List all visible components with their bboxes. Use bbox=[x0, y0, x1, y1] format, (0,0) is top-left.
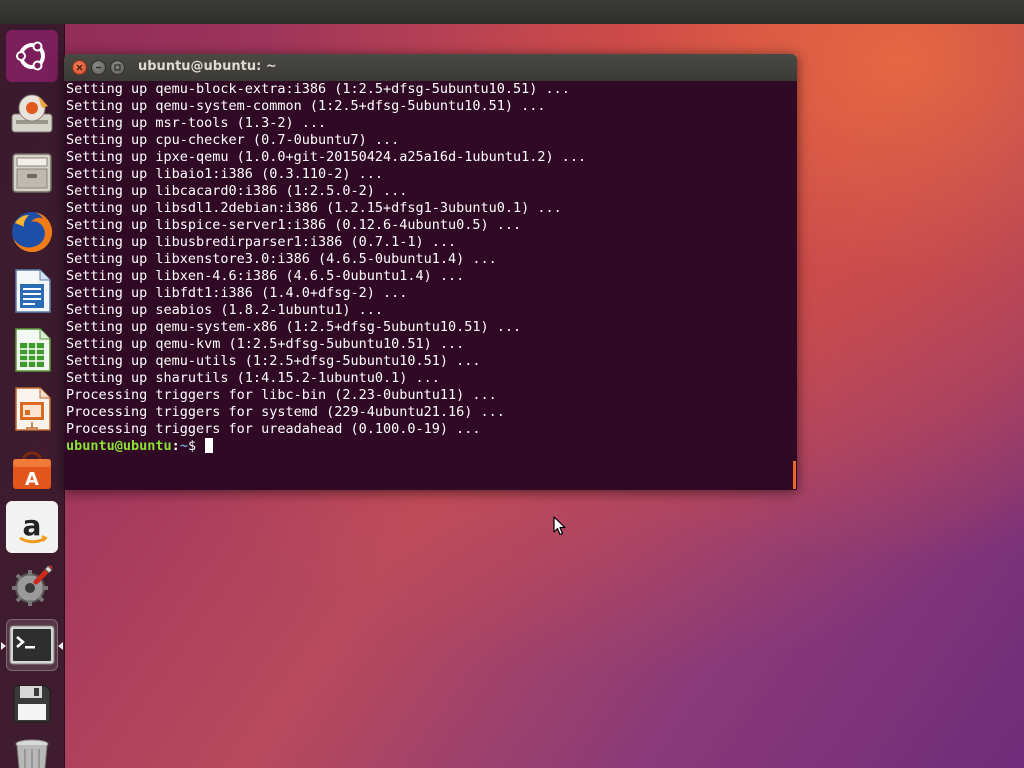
top-panel bbox=[0, 0, 1024, 24]
terminal-line: Setting up libspice-server1:i386 (0.12.6… bbox=[66, 217, 522, 233]
terminal-line: Processing triggers for systemd (229-4ub… bbox=[66, 404, 505, 420]
amazon-icon: a bbox=[19, 509, 48, 544]
terminal-line: Setting up libxen-4.6:i386 (4.6.5-0ubunt… bbox=[66, 268, 465, 284]
terminal-line: Setting up libcacard0:i386 (1:2.5.0-2) .… bbox=[66, 183, 408, 199]
prompt-symbol: $ bbox=[187, 438, 205, 454]
launcher-item-software[interactable]: A bbox=[6, 442, 58, 494]
launcher: A a bbox=[0, 24, 65, 768]
svg-text:a: a bbox=[23, 509, 42, 542]
ubuntu-dash-icon bbox=[16, 41, 45, 71]
shell-prompt[interactable]: ubuntu@ubuntu:~$ bbox=[66, 438, 586, 455]
launcher-item-impress[interactable] bbox=[6, 383, 58, 435]
libreoffice-calc-icon bbox=[15, 328, 51, 372]
close-button[interactable] bbox=[72, 60, 87, 75]
trash-icon bbox=[15, 739, 49, 768]
terminal-line: Processing triggers for libc-bin (2.23-0… bbox=[66, 387, 497, 403]
launcher-item-writer[interactable] bbox=[6, 265, 58, 317]
focus-indicator bbox=[58, 642, 63, 650]
terminal-line: Setting up libfdt1:i386 (1.4.0+dfsg-2) .… bbox=[66, 285, 408, 301]
terminal-line: Processing triggers for ureadahead (0.10… bbox=[66, 421, 481, 437]
files-icon bbox=[12, 153, 52, 193]
terminal-line: Setting up sharutils (1:4.15.2-1ubuntu0.… bbox=[66, 370, 440, 386]
install-ubuntu-icon bbox=[11, 94, 53, 133]
maximize-icon bbox=[114, 64, 121, 71]
libreoffice-impress-icon bbox=[15, 387, 51, 431]
minimize-icon bbox=[96, 66, 101, 69]
window-title: ubuntu@ubuntu: ~ bbox=[138, 59, 277, 74]
close-icon bbox=[76, 64, 83, 71]
ubuntu-software-icon: A bbox=[13, 451, 51, 490]
terminal-line: Setting up msr-tools (1.3-2) ... bbox=[66, 115, 327, 131]
launcher-item-amazon[interactable]: a bbox=[6, 501, 58, 553]
prompt-user: ubuntu@ubuntu bbox=[66, 438, 172, 454]
maximize-button[interactable] bbox=[110, 60, 125, 75]
terminal-line: Setting up seabios (1.8.2-1ubuntu1) ... bbox=[66, 302, 383, 318]
prompt-path: ~ bbox=[179, 438, 188, 454]
save-disk-icon bbox=[13, 685, 51, 723]
libreoffice-writer-icon bbox=[15, 269, 51, 313]
terminal-line: Setting up qemu-system-x86 (1:2.5+dfsg-5… bbox=[66, 319, 522, 335]
terminal-line: Setting up ipxe-qemu (1.0.0+git-20150424… bbox=[66, 149, 587, 165]
terminal-line: Setting up libsdl1.2debian:i386 (1.2.15+… bbox=[66, 200, 562, 216]
launcher-item-settings[interactable] bbox=[6, 560, 58, 612]
running-indicator bbox=[1, 642, 6, 650]
terminal-line: Setting up qemu-block-extra:i386 (1:2.5+… bbox=[66, 81, 570, 97]
terminal-icon bbox=[9, 625, 55, 665]
terminal-line: Setting up qemu-system-common (1:2.5+dfs… bbox=[66, 98, 546, 114]
terminal-line: Setting up cpu-checker (0.7-0ubuntu7) ..… bbox=[66, 132, 400, 148]
launcher-item-calc[interactable] bbox=[6, 324, 58, 376]
terminal-window[interactable]: ubuntu@ubuntu: ~ Setting up qemu-block-e… bbox=[64, 54, 797, 490]
terminal-output: Setting up qemu-block-extra:i386 (1:2.5+… bbox=[66, 81, 586, 455]
firefox-icon bbox=[12, 211, 53, 252]
scrollbar[interactable] bbox=[793, 461, 796, 489]
terminal-line: Setting up libxenstore3.0:i386 (4.6.5-0u… bbox=[66, 251, 497, 267]
svg-text:A: A bbox=[25, 469, 39, 490]
launcher-item-files[interactable] bbox=[6, 147, 58, 199]
launcher-item-dash[interactable] bbox=[6, 30, 58, 82]
window-titlebar[interactable]: ubuntu@ubuntu: ~ bbox=[64, 54, 797, 81]
terminal-line: Setting up libusbredirparser1:i386 (0.7.… bbox=[66, 234, 457, 250]
launcher-item-trash[interactable] bbox=[6, 737, 58, 768]
launcher-item-install[interactable] bbox=[6, 88, 58, 140]
mouse-pointer-icon bbox=[553, 516, 567, 540]
launcher-item-firefox[interactable] bbox=[6, 206, 58, 258]
system-settings-icon bbox=[12, 565, 53, 606]
terminal-body[interactable]: Setting up qemu-block-extra:i386 (1:2.5+… bbox=[64, 81, 797, 490]
prompt-separator: : bbox=[171, 438, 180, 454]
launcher-item-terminal[interactable] bbox=[1, 619, 63, 671]
launcher-item-save[interactable] bbox=[6, 678, 58, 730]
terminal-line: Setting up qemu-utils (1:2.5+dfsg-5ubunt… bbox=[66, 353, 481, 369]
minimize-button[interactable] bbox=[91, 60, 106, 75]
text-cursor bbox=[205, 438, 214, 453]
terminal-line: Setting up qemu-kvm (1:2.5+dfsg-5ubuntu1… bbox=[66, 336, 465, 352]
terminal-line: Setting up libaio1:i386 (0.3.110-2) ... bbox=[66, 166, 383, 182]
